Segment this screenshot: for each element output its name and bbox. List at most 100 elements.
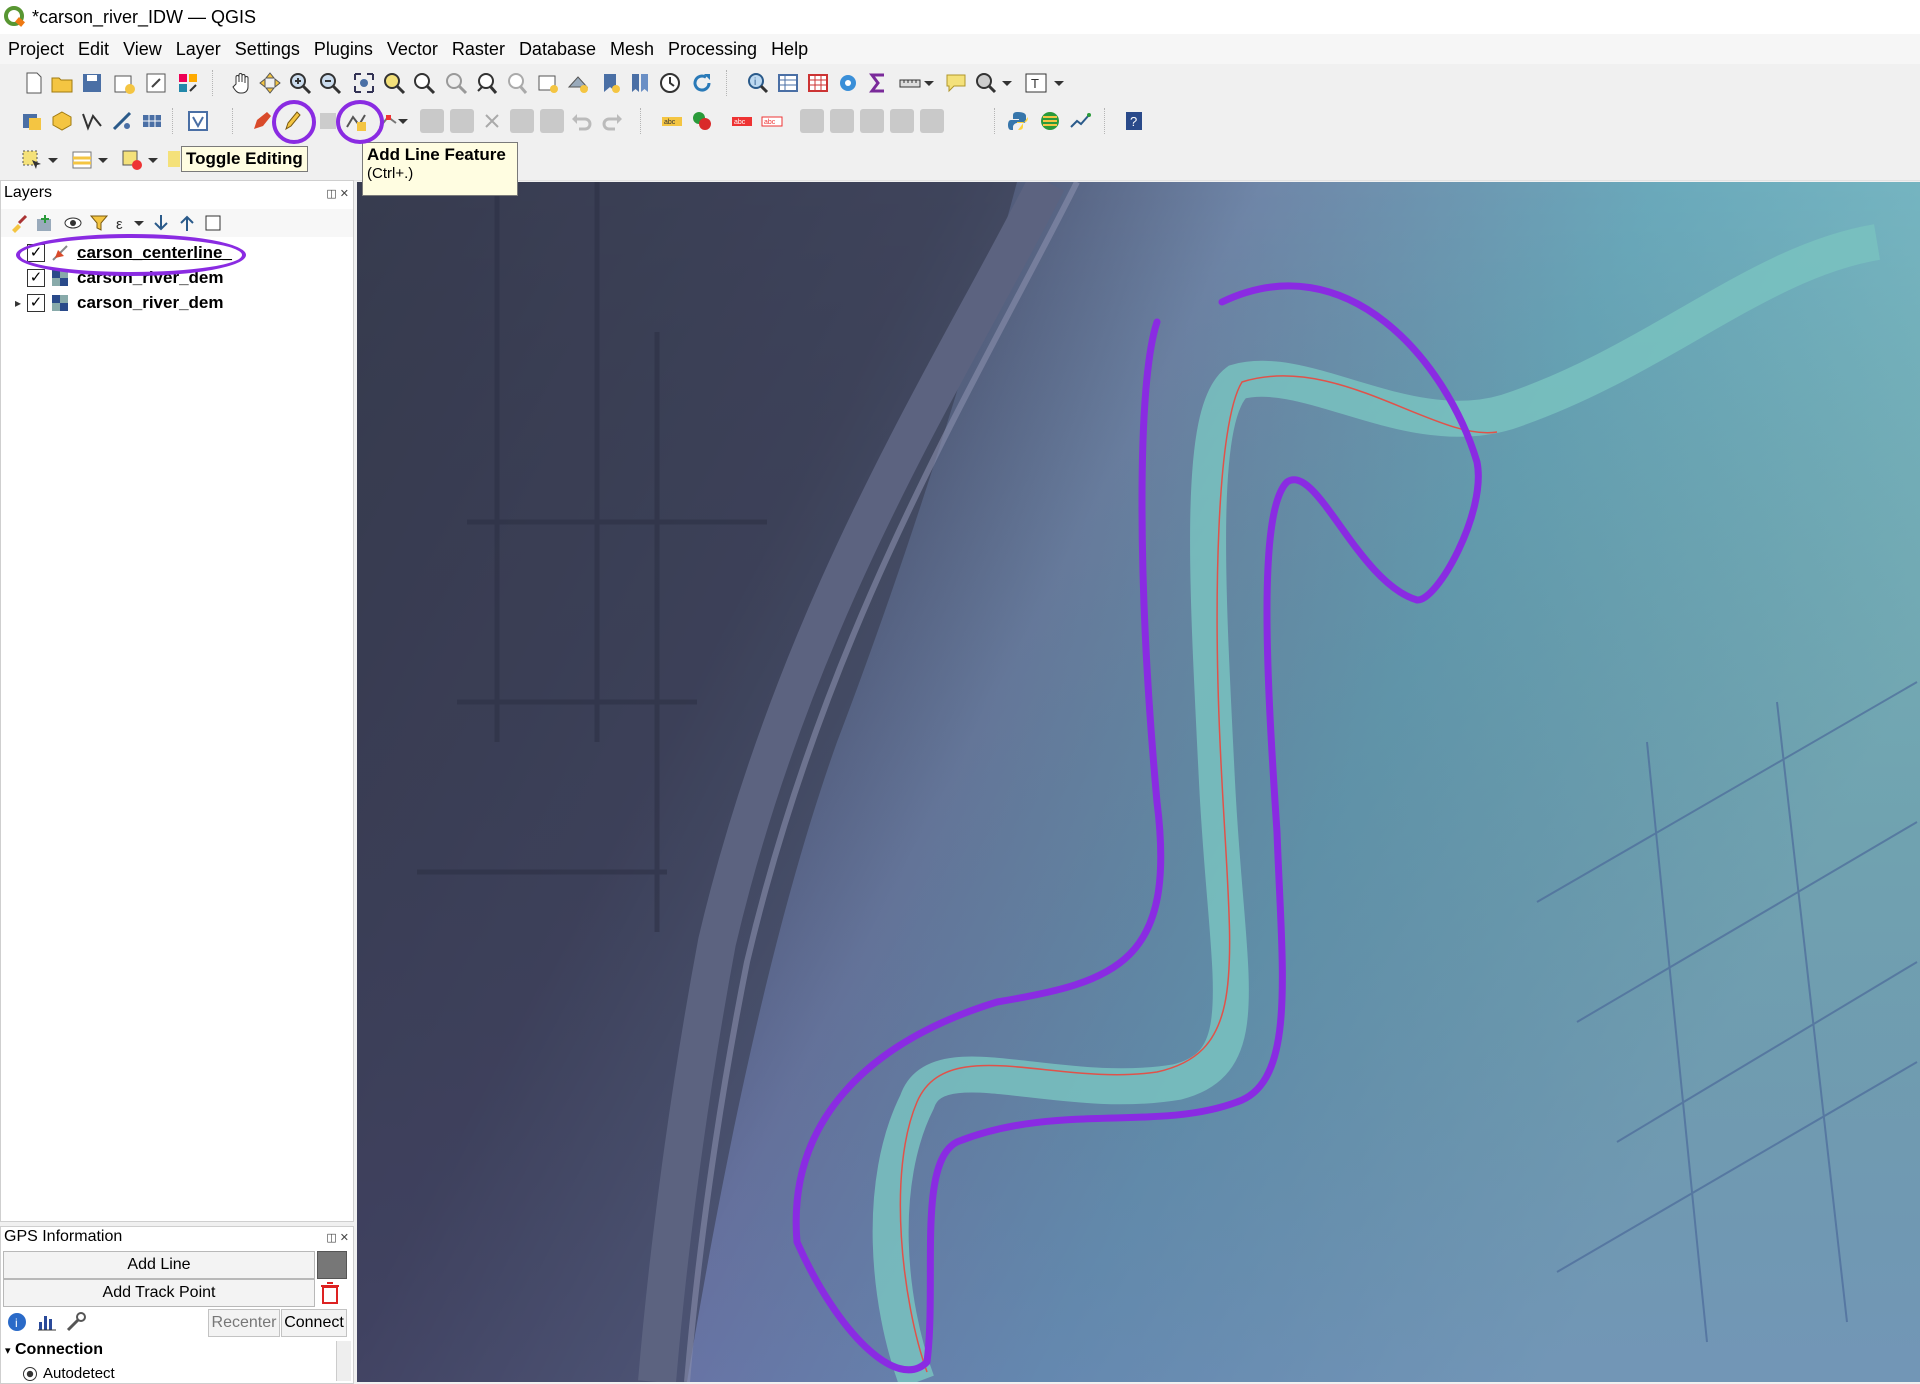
add-line-feature-icon[interactable] (344, 109, 368, 133)
wrench-icon[interactable] (65, 1312, 87, 1332)
layer-diagram-icon[interactable] (690, 109, 714, 133)
zoom-out-icon[interactable] (318, 71, 342, 95)
add-vector-layer-icon[interactable] (80, 109, 104, 133)
menu-database[interactable]: Database (513, 39, 602, 60)
menu-mesh[interactable]: Mesh (604, 39, 660, 60)
georeferencer-icon[interactable] (1068, 109, 1092, 133)
new-map-view-icon[interactable] (536, 71, 560, 95)
chevron-down-icon[interactable] (396, 109, 410, 133)
new-geopackage-layer-icon[interactable] (50, 109, 74, 133)
select-by-value-icon[interactable] (70, 148, 94, 172)
color-swatch[interactable] (317, 1251, 347, 1279)
menu-processing[interactable]: Processing (662, 39, 763, 60)
layer-visibility-checkbox[interactable]: ✓ (27, 244, 45, 262)
add-track-point-button[interactable]: Add Track Point (3, 1279, 315, 1307)
current-edits-icon[interactable] (250, 109, 274, 133)
add-mesh-layer-icon[interactable] (140, 109, 164, 133)
zoom-full-icon[interactable] (352, 71, 376, 95)
style-brush-icon[interactable] (9, 213, 29, 233)
menu-view[interactable]: View (117, 39, 168, 60)
collapse-all-icon[interactable] (177, 213, 197, 233)
delete-trash-icon[interactable] (319, 1281, 341, 1305)
autodetect-radio-row[interactable]: Autodetect (23, 1365, 115, 1382)
expand-all-icon[interactable] (151, 213, 171, 233)
zoom-last-icon[interactable] (474, 71, 498, 95)
menu-edit[interactable]: Edit (72, 39, 115, 60)
save-edits-icon[interactable] (316, 109, 340, 133)
menu-plugins[interactable]: Plugins (308, 39, 379, 60)
locator-search-icon[interactable] (974, 71, 998, 95)
add-group-icon[interactable] (35, 213, 55, 233)
pan-hand-icon[interactable] (230, 71, 254, 95)
help-contents-icon[interactable]: ? (1122, 109, 1146, 133)
filter-legend-icon[interactable] (89, 213, 109, 233)
connection-section[interactable]: ▾ Connection (5, 1341, 103, 1359)
select-expression-icon[interactable] (168, 148, 180, 172)
style-manager-icon[interactable] (176, 71, 200, 95)
add-delimited-text-icon[interactable] (110, 109, 134, 133)
info-icon[interactable]: i (7, 1312, 27, 1332)
new-3d-view-icon[interactable] (566, 71, 590, 95)
layer-row-carson-river-dem-1[interactable]: ✓ carson_river_dem (15, 266, 223, 290)
text-annotation-icon[interactable]: T (1024, 71, 1048, 95)
menu-project[interactable]: Project (2, 39, 70, 60)
map-canvas[interactable] (357, 182, 1920, 1382)
deselect-all-icon[interactable] (120, 148, 144, 172)
zoom-selection-icon[interactable] (382, 71, 406, 95)
recenter-button[interactable]: Recenter (208, 1309, 280, 1337)
new-print-layout-icon[interactable] (112, 71, 136, 95)
filter-expression-icon[interactable]: ε (113, 213, 133, 233)
manage-themes-icon[interactable] (63, 213, 83, 233)
layer-row-carson-centerline[interactable]: ✓ carson_centerline_ (15, 241, 232, 265)
add-line-button[interactable]: Add Line (3, 1251, 315, 1279)
menu-layer[interactable]: Layer (170, 39, 227, 60)
zoom-layer-icon[interactable] (412, 71, 436, 95)
expand-arrow-icon[interactable]: ▸ (15, 296, 27, 310)
gps-panel-scrollbar[interactable] (336, 1341, 351, 1381)
sum-statistics-icon[interactable] (866, 71, 890, 95)
open-project-icon[interactable] (50, 71, 74, 95)
save-project-icon[interactable] (80, 71, 104, 95)
zoom-native-icon[interactable] (444, 71, 468, 95)
zoom-in-icon[interactable] (288, 71, 312, 95)
layer-visibility-checkbox[interactable]: ✓ (27, 269, 45, 287)
panel-float-close-icon[interactable]: ◫ ✕ (326, 187, 349, 200)
temporal-controller-icon[interactable] (658, 71, 682, 95)
layer-row-carson-river-dem-2[interactable]: ▸ ✓ carson_river_dem (15, 291, 223, 315)
highlight-pinned-labels-icon[interactable]: abc (730, 109, 754, 133)
zoom-next-icon[interactable] (504, 71, 528, 95)
pin-labels-icon[interactable]: abc (760, 109, 784, 133)
autodetect-radio[interactable] (23, 1366, 37, 1381)
remove-layer-icon[interactable] (203, 213, 223, 233)
new-bookmark-icon[interactable] (598, 71, 622, 95)
chevron-down-icon[interactable] (96, 148, 110, 172)
new-project-icon[interactable] (22, 71, 46, 95)
signal-bars-icon[interactable] (37, 1312, 57, 1332)
show-bookmarks-icon[interactable] (628, 71, 652, 95)
menu-raster[interactable]: Raster (446, 39, 511, 60)
data-source-manager-icon[interactable] (20, 109, 44, 133)
chevron-down-icon[interactable] (146, 148, 160, 172)
connect-button[interactable]: Connect (281, 1309, 347, 1337)
python-console-icon[interactable] (1006, 109, 1030, 133)
measure-line-icon[interactable] (898, 71, 922, 95)
chevron-down-icon[interactable] (133, 213, 145, 233)
toggle-editing-icon[interactable] (280, 109, 304, 133)
layer-labeling-icon[interactable]: abc (660, 109, 684, 133)
identify-features-icon[interactable]: i (746, 71, 770, 95)
select-features-icon[interactable] (20, 148, 44, 172)
layout-manager-icon[interactable] (144, 71, 168, 95)
chevron-down-icon[interactable] (1000, 71, 1014, 95)
chevron-down-icon[interactable] (1052, 71, 1066, 95)
map-tips-icon[interactable] (944, 71, 968, 95)
processing-toolbox-icon[interactable] (1038, 109, 1062, 133)
refresh-icon[interactable] (690, 71, 714, 95)
layer-visibility-checkbox[interactable]: ✓ (27, 294, 45, 312)
panel-float-close-icon[interactable]: ◫ ✕ (326, 1231, 349, 1244)
menu-vector[interactable]: Vector (381, 39, 444, 60)
menu-help[interactable]: Help (765, 39, 814, 60)
menu-settings[interactable]: Settings (229, 39, 306, 60)
chevron-down-icon[interactable] (46, 148, 60, 172)
settings-gear-icon[interactable] (836, 71, 860, 95)
attribute-table-icon[interactable] (776, 71, 800, 95)
